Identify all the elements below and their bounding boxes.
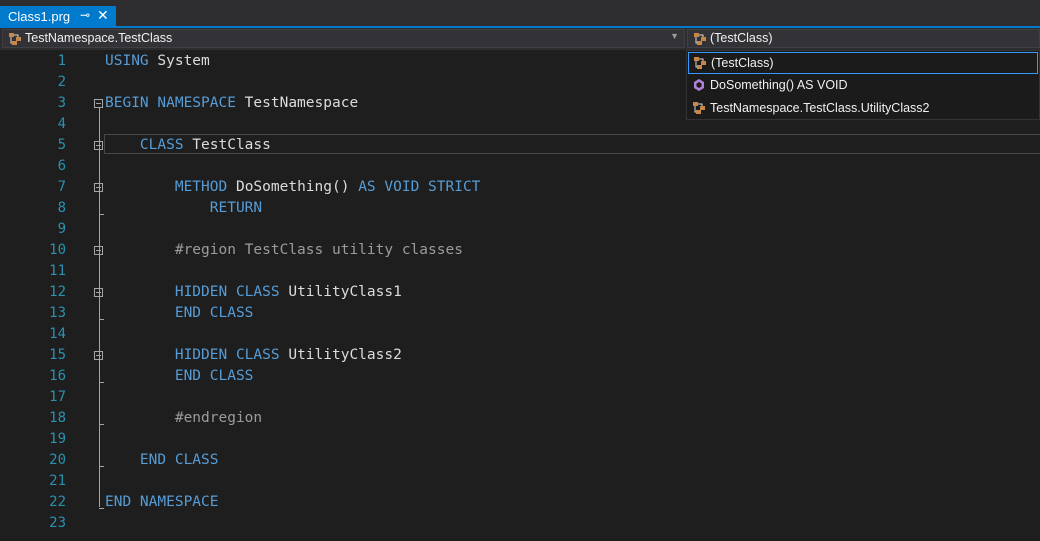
document-tab[interactable]: Class1.prg ⊸ ✕ [0,6,116,26]
line-number: 17 [49,389,66,405]
keyword-token: CLASS [139,137,184,153]
class-icon [694,33,706,45]
line-number: 10 [49,242,66,258]
line-number: 6 [57,158,66,174]
line-number: 11 [49,263,66,279]
code-editor[interactable]: 1 USING System 2 3 BEGIN NAMESPACE TestNames… [0,50,1040,541]
keyword-token: AS VOID STRICT [358,179,481,195]
method-icon [694,79,704,91]
code-line[interactable]: BEGIN NAMESPACE TestNamespace [105,95,358,111]
keyword-token: END CLASS [174,305,254,321]
dropdown-item-utilityclass2[interactable]: TestNamespace.TestClass.UtilityClass2 [688,98,1038,120]
code-token: UtilityClass1 [279,284,402,300]
outline-end-tick [99,214,104,215]
line-number: 7 [57,179,66,195]
document-tab-bar: Class1.prg ⊸ ✕ [0,0,1040,27]
line-number: 2 [57,74,66,90]
keyword-token: RETURN [209,200,263,216]
keyword-token: END CLASS [139,452,219,468]
outline-end-tick [99,382,104,383]
line-number: 19 [49,431,66,447]
region-token: #region TestClass utility classes [174,242,463,258]
line-number: 23 [49,515,66,531]
region-token: #endregion [174,410,263,426]
line-number: 14 [49,326,66,342]
code-line[interactable]: END CLASS [105,305,254,321]
keyword-token: END NAMESPACE [105,494,219,510]
code-line[interactable]: #endregion [105,410,262,426]
code-line[interactable]: CLASS TestClass [105,137,271,153]
line-number: 16 [49,368,66,384]
line-number: 13 [49,305,66,321]
code-token: System [148,53,210,69]
line-number: 12 [49,284,66,300]
indicator-margin [0,50,20,541]
type-dropdown[interactable]: TestNamespace.TestClass ▼ [2,29,685,48]
pin-icon[interactable]: ⊸ [80,8,90,22]
line-number: 3 [57,95,66,111]
code-line[interactable]: HIDDEN CLASS UtilityClass2 [105,347,402,363]
code-token: TestNamespace [235,95,359,111]
outline-end-tick [99,319,104,320]
member-dropdown-value: (TestClass) [710,31,773,45]
line-number: 1 [57,53,66,69]
line-number: 4 [57,116,66,132]
code-line[interactable]: END CLASS [105,452,219,468]
class-icon [9,33,21,45]
line-number: 15 [49,347,66,363]
member-dropdown[interactable]: (TestClass) [687,29,1040,48]
line-number: 9 [57,221,66,237]
code-line[interactable]: #region TestClass utility classes [105,242,463,258]
code-token: DoSomething() [227,179,359,195]
code-line[interactable]: HIDDEN CLASS UtilityClass1 [105,284,402,300]
line-number: 21 [49,473,66,489]
line-number: 22 [49,494,66,510]
collapse-icon[interactable] [94,99,103,108]
code-line[interactable]: END CLASS [105,368,254,384]
dropdown-item-label: TestNamespace.TestClass.UtilityClass2 [710,101,930,115]
keyword-token: BEGIN NAMESPACE [105,95,236,111]
dropdown-item-testclass[interactable]: (TestClass) [688,52,1038,74]
tab-title: Class1.prg [8,9,71,24]
outline-end-tick [99,424,104,425]
class-icon [693,102,705,114]
outline-end-tick [99,508,104,509]
member-dropdown-list: (TestClass) DoSomething() AS VOID TestNa… [686,50,1040,120]
keyword-token: END CLASS [174,368,254,384]
code-line[interactable]: METHOD DoSomething() AS VOID STRICT [105,179,481,195]
class-icon [694,57,706,69]
navigation-bar: TestNamespace.TestClass ▼ (TestClass) [0,28,1040,50]
chevron-down-icon: ▼ [670,31,679,41]
code-token: UtilityClass2 [279,347,402,363]
dropdown-item-dosomething[interactable]: DoSomething() AS VOID [688,75,1038,97]
code-line[interactable]: END NAMESPACE [105,494,219,510]
line-number: 5 [57,137,66,153]
outline-guide [99,108,100,507]
type-dropdown-value: TestNamespace.TestClass [25,31,173,45]
keyword-token: HIDDEN CLASS [174,284,280,300]
code-line[interactable]: RETURN [105,200,262,216]
keyword-token: HIDDEN CLASS [174,347,280,363]
dropdown-item-label: (TestClass) [711,56,774,70]
line-number: 18 [49,410,66,426]
line-number: 20 [49,452,66,468]
dropdown-item-label: DoSomething() AS VOID [710,78,848,92]
keyword-token: METHOD [174,179,228,195]
keyword-token: USING [105,53,149,69]
outline-end-tick [99,466,104,467]
code-token: TestClass [183,137,271,153]
code-line[interactable]: USING System [105,53,210,69]
line-number: 8 [57,200,66,216]
close-icon[interactable]: ✕ [97,7,109,24]
